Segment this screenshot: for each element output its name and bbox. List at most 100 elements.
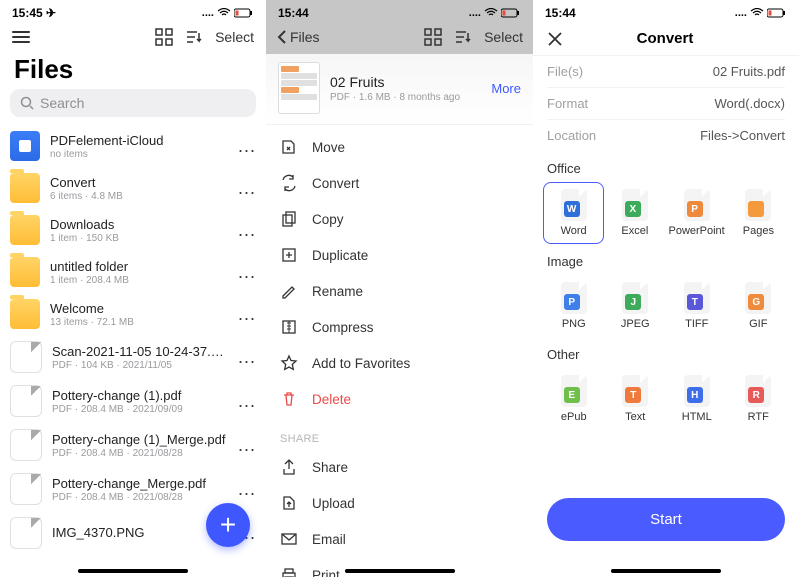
format-text[interactable]: T Text (605, 368, 667, 430)
more-icon[interactable]: ... (238, 184, 256, 192)
file-meta: 6 items · 4.8 MB (50, 191, 228, 202)
format-html[interactable]: HHTML (666, 368, 728, 430)
format-png[interactable]: PPNG (543, 275, 605, 337)
select-button[interactable]: Select (215, 29, 254, 45)
add-button[interactable]: + (206, 503, 250, 547)
file-meta: PDF · 208.4 MB · 2021/09/09 (52, 404, 228, 415)
menu-icon[interactable] (12, 31, 30, 43)
format-label: GIF (749, 318, 767, 330)
file-thumbnail-icon (10, 473, 42, 505)
format-icon: G (745, 282, 771, 314)
field-row[interactable]: File(s)02 Fruits.pdf (533, 56, 799, 87)
field-row[interactable]: Format Word(.docx) (533, 88, 799, 119)
file-row[interactable]: Convert6 items · 4.8 MB... (10, 167, 256, 209)
file-row[interactable]: Welcome13 items · 72.1 MB... (10, 293, 256, 335)
close-icon[interactable] (547, 31, 563, 47)
select-button[interactable]: Select (484, 29, 523, 45)
section-office: Office (547, 161, 785, 176)
action-label: Compress (312, 320, 374, 335)
format-icon: W (561, 189, 587, 221)
folder-icon (10, 215, 40, 245)
format-excel[interactable]: XExcel (604, 182, 665, 244)
format-icon: R (745, 375, 771, 407)
action-move[interactable]: Move (280, 129, 519, 165)
start-button[interactable]: Start (547, 498, 785, 541)
file-meta: no items (50, 149, 228, 160)
format-gif[interactable]: G GIF (728, 275, 790, 337)
file-row[interactable]: Pottery-change (1)_Merge.pdfPDF · 208.4 … (10, 423, 256, 467)
format-jpeg[interactable]: JJPEG (605, 275, 667, 337)
more-icon[interactable]: ... (238, 268, 256, 276)
format-icon: T (684, 282, 710, 314)
format-label: HTML (682, 411, 712, 423)
delete-icon (280, 390, 298, 408)
format-epub[interactable]: EePub (543, 368, 605, 430)
sort-icon[interactable] (185, 28, 203, 46)
search-input[interactable]: Search (10, 89, 256, 117)
format-word[interactable]: W Word (543, 182, 604, 244)
file-meta: 13 items · 72.1 MB (50, 317, 228, 328)
more-icon[interactable]: ... (238, 397, 256, 405)
more-link[interactable]: More (491, 81, 521, 96)
more-icon[interactable]: ... (238, 310, 256, 318)
file-row[interactable]: Scan-2021-11-05 10-24-37.pdfPDF · 104 KB… (10, 335, 256, 379)
grid-view-icon[interactable] (155, 28, 173, 46)
format-icon: T (622, 375, 648, 407)
file-meta: 1 item · 150 KB (50, 233, 228, 244)
file-row[interactable]: PDFelement-iCloudno items... (10, 125, 256, 167)
home-indicator (611, 569, 721, 573)
action-copy[interactable]: Copy (280, 201, 519, 237)
format-rtf[interactable]: RRTF (728, 368, 790, 430)
field-row[interactable]: LocationFiles->Convert (533, 120, 799, 151)
more-icon[interactable]: ... (238, 226, 256, 234)
action-label: Move (312, 140, 345, 155)
format-tiff[interactable]: TTIFF (666, 275, 728, 337)
file-preview-row[interactable]: 02 Fruits PDF · 1.6 MB · 8 months ago Mo… (266, 54, 533, 125)
action-label: Add to Favorites (312, 356, 410, 371)
share-icon (280, 458, 298, 476)
format-icon (745, 189, 771, 221)
convert-icon (280, 174, 298, 192)
field-value: Files->Convert (700, 128, 785, 143)
format-label: JPEG (621, 318, 650, 330)
format-label: Word (561, 225, 587, 237)
file-thumbnail-icon (10, 517, 42, 549)
action-upload[interactable]: Upload (280, 485, 519, 521)
share-section-label: SHARE (280, 433, 519, 445)
more-icon[interactable]: ... (238, 485, 256, 493)
favorites-icon (280, 354, 298, 372)
format-label: PNG (562, 318, 586, 330)
file-name: Convert (50, 175, 228, 190)
format-powerpoint[interactable]: PPowerPoint (665, 182, 727, 244)
action-print[interactable]: Print (280, 557, 519, 577)
field-value: Word(.docx) (714, 96, 785, 111)
more-icon[interactable]: ... (238, 441, 256, 449)
action-email[interactable]: Email (280, 521, 519, 557)
format-icon: X (622, 189, 648, 221)
format-pages[interactable]: Pages (728, 182, 789, 244)
copy-icon (280, 210, 298, 228)
field-key: Format (547, 96, 588, 111)
file-row[interactable]: Downloads1 item · 150 KB... (10, 209, 256, 251)
back-button[interactable]: Files (276, 29, 320, 45)
action-label: Upload (312, 496, 355, 511)
action-share[interactable]: Share (280, 449, 519, 485)
file-meta: 1 item · 208.4 MB (50, 275, 228, 286)
format-label: Text (625, 411, 645, 423)
grid-view-icon[interactable] (424, 28, 442, 46)
status-icons: .... (202, 7, 254, 19)
action-convert[interactable]: Convert (280, 165, 519, 201)
action-favorites[interactable]: Add to Favorites (280, 345, 519, 381)
file-thumbnail-icon (10, 429, 42, 461)
more-icon[interactable]: ... (238, 142, 256, 150)
action-rename[interactable]: Rename (280, 273, 519, 309)
action-compress[interactable]: Compress (280, 309, 519, 345)
file-row[interactable]: untitled folder1 item · 208.4 MB... (10, 251, 256, 293)
file-thumbnail-icon (10, 341, 42, 373)
file-row[interactable]: Pottery-change (1).pdfPDF · 208.4 MB · 2… (10, 379, 256, 423)
action-duplicate[interactable]: Duplicate (280, 237, 519, 273)
sort-icon[interactable] (454, 28, 472, 46)
more-icon[interactable]: ... (238, 353, 256, 361)
chevron-left-icon (276, 29, 288, 45)
action-delete[interactable]: Delete (280, 381, 519, 417)
